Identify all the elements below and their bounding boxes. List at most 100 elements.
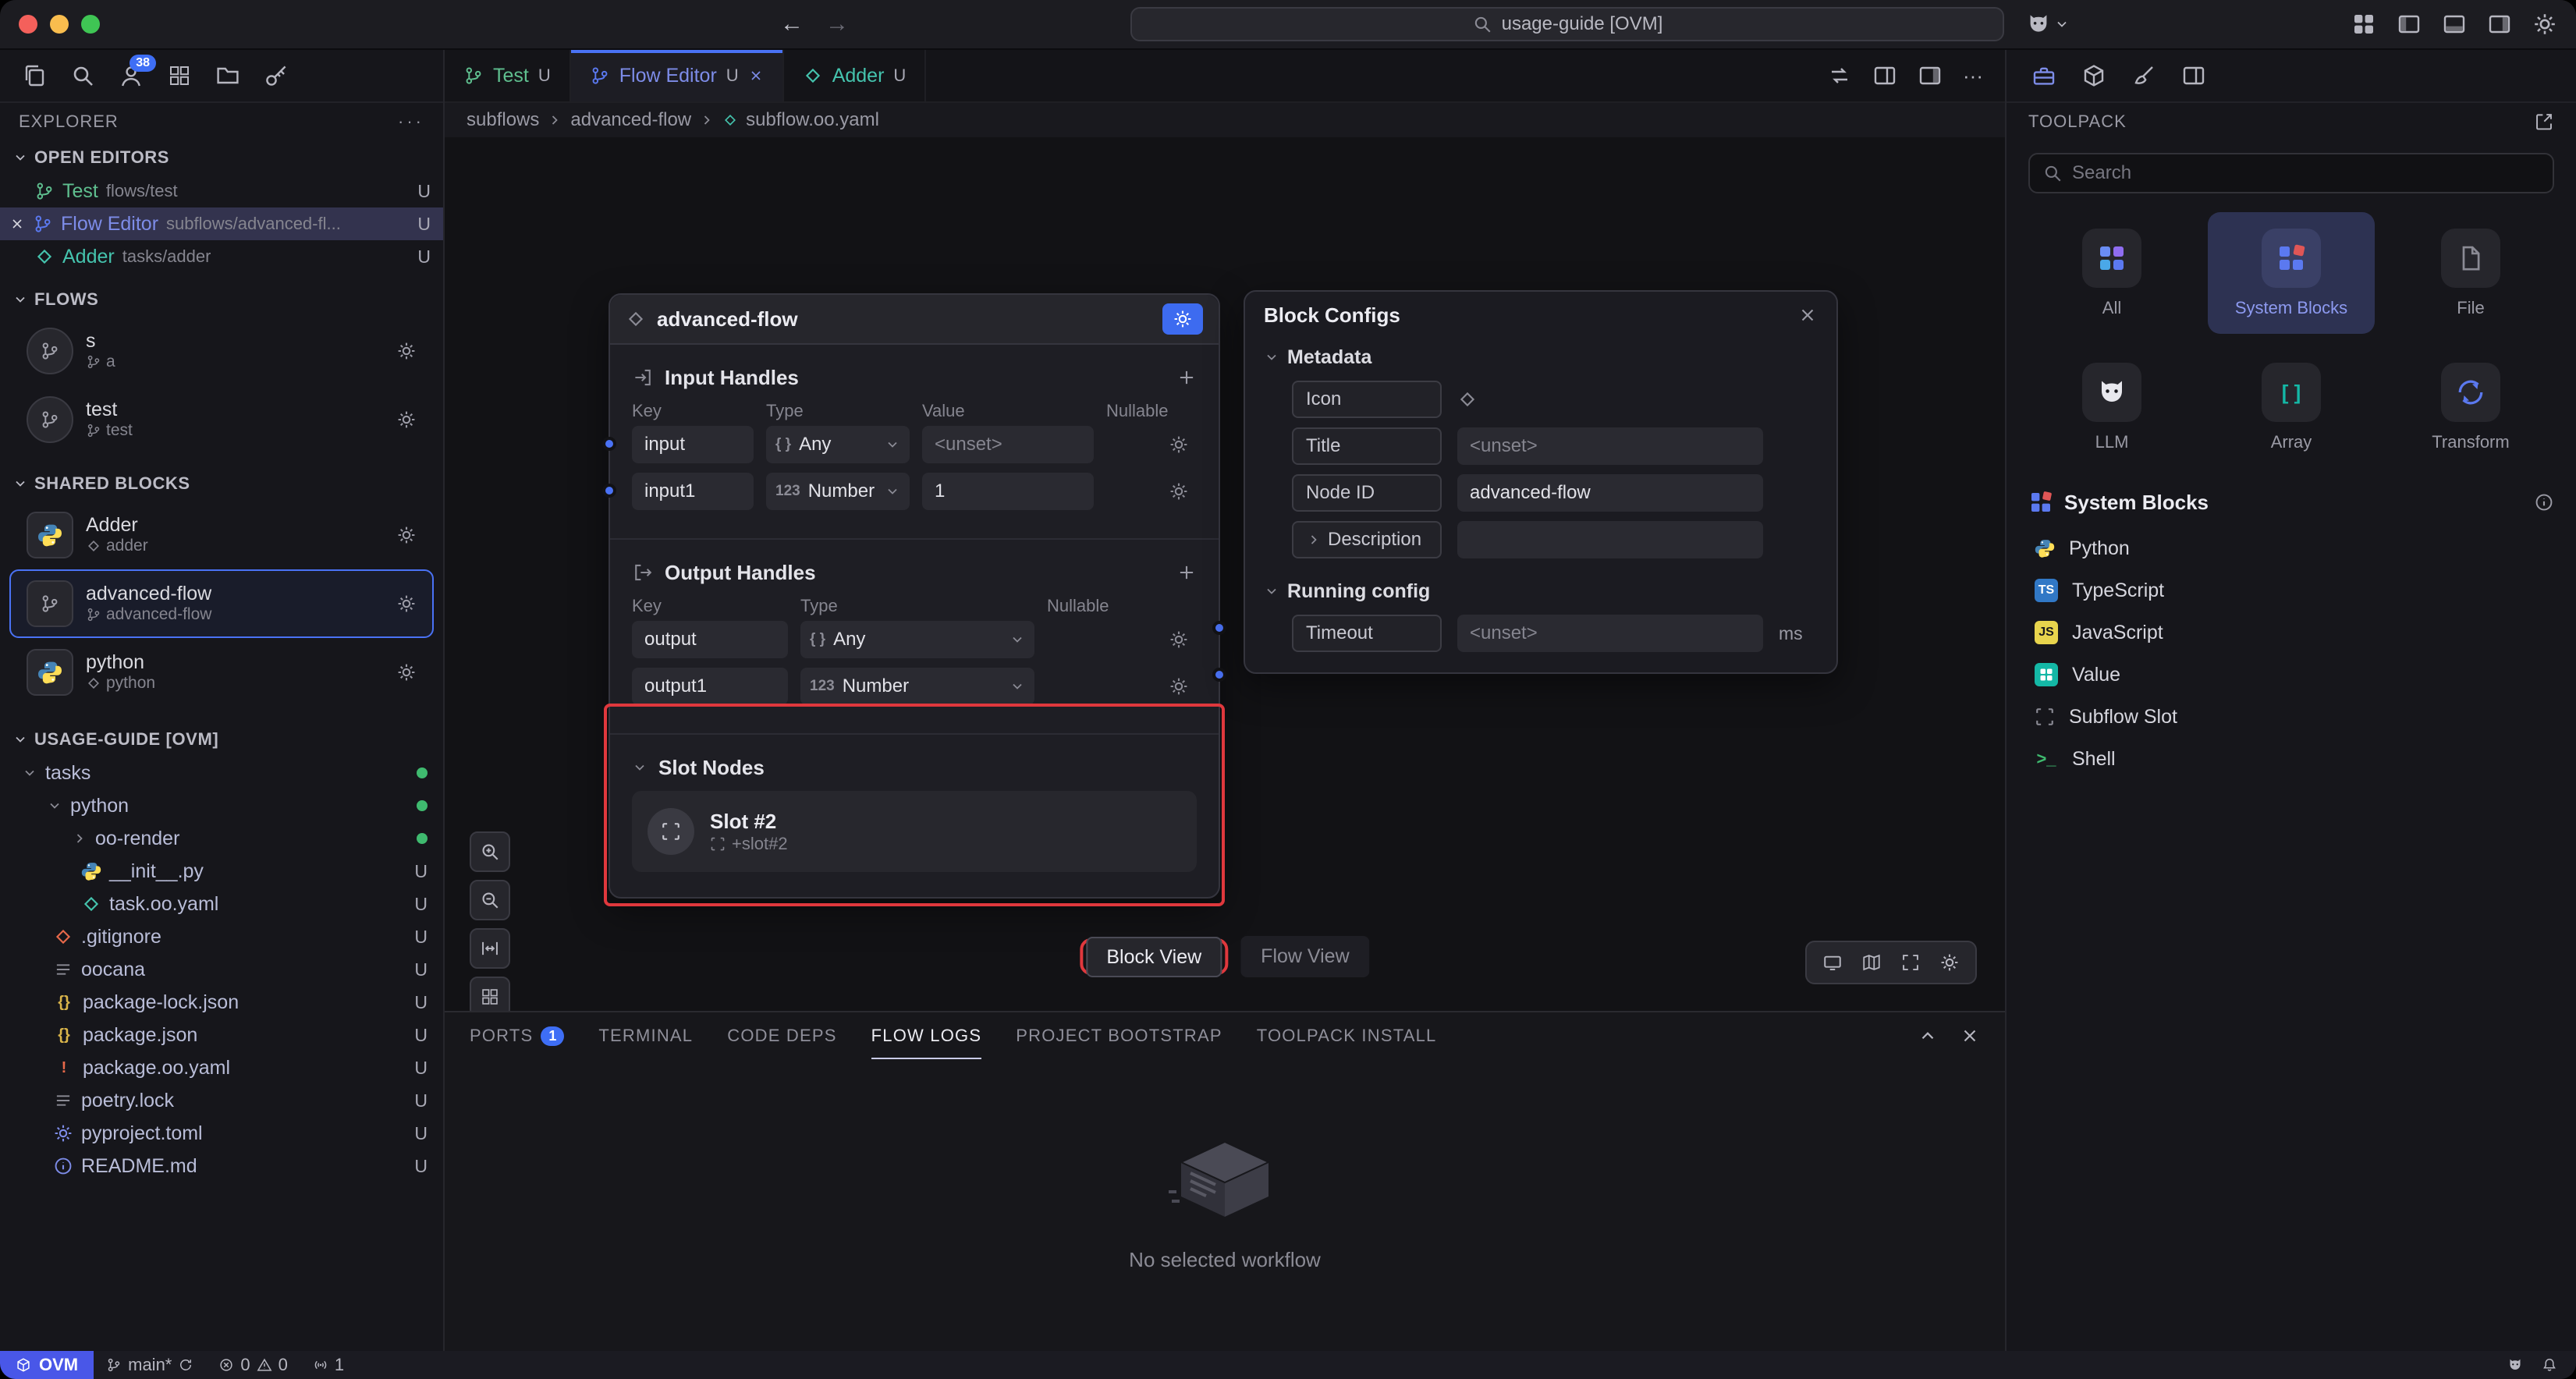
tree-file-package-oo-yaml[interactable]: ! package.oo.yamlU [0, 1051, 443, 1084]
flow-item-s[interactable]: s a [9, 317, 434, 385]
zoom-out-button[interactable] [470, 880, 510, 920]
flow-settings-icon[interactable] [396, 409, 417, 430]
overview-button[interactable] [470, 977, 510, 1011]
accounts-icon[interactable]: 38 [119, 62, 144, 88]
breadcrumb-item[interactable]: advanced-flow [570, 109, 691, 131]
block-settings-icon[interactable] [396, 662, 417, 682]
flows-header[interactable]: FLOWS [0, 282, 443, 317]
tree-file-init-py[interactable]: __init__.pyU [0, 855, 443, 888]
canvas-settings-icon[interactable] [1939, 952, 1960, 973]
flow-item-test[interactable]: test test [9, 385, 434, 454]
open-editors-header[interactable]: OPEN EDITORS [0, 140, 443, 175]
handle-settings-icon[interactable] [1169, 629, 1189, 650]
description-input[interactable] [1457, 521, 1763, 558]
toolpack-card-all[interactable]: All [2028, 212, 2195, 334]
tree-file-package-json[interactable]: {} package.jsonU [0, 1019, 443, 1051]
more-actions-button[interactable]: ··· [1963, 64, 1983, 88]
tree-folder-python[interactable]: python [0, 789, 443, 822]
node-id-input[interactable]: advanced-flow [1457, 474, 1763, 512]
handle-value-input[interactable]: 1 [922, 473, 1094, 510]
handle-settings-icon[interactable] [1169, 676, 1189, 697]
tree-folder-tasks[interactable]: tasks [0, 757, 443, 789]
close-tab-icon[interactable] [748, 68, 764, 83]
ports-status[interactable]: 1 [300, 1355, 357, 1375]
settings-gear-icon[interactable] [2532, 12, 2557, 37]
shared-block-advanced-flow[interactable]: advanced-flow advanced-flow [9, 569, 434, 638]
handle-type-select[interactable]: { } Any [800, 621, 1034, 658]
panel-tab-code-deps[interactable]: CODE DEPS [727, 1012, 836, 1059]
files-icon[interactable] [22, 63, 47, 88]
tab-flow-editor[interactable]: Flow Editor U [571, 50, 784, 101]
handle-key-input[interactable]: output [632, 621, 788, 658]
add-input-handle-button[interactable] [1176, 367, 1197, 388]
tree-file-gitignore[interactable]: .gitignoreU [0, 920, 443, 953]
config-label[interactable]: Description [1292, 521, 1442, 558]
panel-tab-toolpack-install[interactable]: TOOLPACK INSTALL [1257, 1012, 1437, 1059]
block-settings-icon[interactable] [396, 594, 417, 614]
handle-key-input[interactable]: output1 [632, 668, 788, 705]
input-handle-port[interactable] [602, 437, 616, 451]
git-branch-status[interactable]: main* [94, 1355, 206, 1375]
block-settings-icon[interactable] [396, 525, 417, 545]
block-item-subflow-slot[interactable]: Subflow Slot [2007, 696, 2576, 738]
maximize-panel-icon[interactable] [1918, 1026, 1938, 1046]
tree-folder-oo-render[interactable]: oo-render [0, 822, 443, 855]
history-back-button[interactable]: ← [780, 11, 804, 37]
toolpack-icon[interactable] [2031, 63, 2056, 88]
explorer-more-button[interactable]: ··· [398, 112, 424, 132]
command-center-search[interactable]: usage-guide [OVM] [1130, 7, 2004, 41]
open-toolpack-icon[interactable] [2534, 112, 2554, 132]
split-editor-icon[interactable] [1872, 63, 1897, 88]
toggle-sidebar-left-icon[interactable] [2397, 12, 2422, 37]
toolpack-search-input[interactable]: Search [2028, 153, 2554, 193]
toolpack-card-array[interactable]: [ ] Array [2208, 346, 2375, 468]
fullscreen-icon[interactable] [1900, 952, 1921, 973]
handle-type-select[interactable]: 123 Number [766, 473, 910, 510]
search-icon[interactable] [70, 63, 95, 88]
layout-columns-icon[interactable] [1918, 63, 1943, 88]
add-output-handle-button[interactable] [1176, 562, 1197, 583]
zoom-in-button[interactable] [470, 831, 510, 872]
problems-status[interactable]: 0 0 [206, 1355, 300, 1375]
vm-badge[interactable]: OVM [0, 1351, 94, 1379]
icon-value-preview[interactable] [1457, 389, 1478, 409]
folder-icon[interactable] [215, 63, 240, 88]
handle-settings-icon[interactable] [1169, 481, 1189, 502]
close-window-button[interactable] [19, 15, 37, 34]
block-item-python[interactable]: Python [2007, 527, 2576, 569]
toolpack-card-transform[interactable]: Transform [2387, 346, 2554, 468]
close-icon[interactable] [1797, 305, 1818, 325]
toolpack-card-system-blocks[interactable]: System Blocks [2208, 212, 2375, 334]
block-view-button[interactable]: Block View [1086, 937, 1222, 977]
node-header[interactable]: advanced-flow [610, 295, 1219, 345]
info-icon[interactable] [2534, 492, 2554, 512]
timeout-input[interactable]: <unset> [1457, 615, 1763, 652]
minimap-icon[interactable] [1861, 952, 1882, 973]
flow-view-button[interactable]: Flow View [1240, 936, 1369, 977]
fit-view-button[interactable] [470, 928, 510, 969]
tab-adder[interactable]: Adder U [784, 50, 927, 101]
toolpack-card-file[interactable]: File [2387, 212, 2554, 334]
history-forward-button[interactable]: → [825, 11, 849, 37]
shared-block-adder[interactable]: Adder adder [9, 501, 434, 569]
tree-file-readme-md[interactable]: README.mdU [0, 1150, 443, 1182]
open-editor-adder[interactable]: Adder tasks/adder U [0, 240, 443, 273]
tree-file-pyproject-toml[interactable]: pyproject.tomlU [0, 1117, 443, 1150]
panel-layout-icon[interactable] [2181, 63, 2206, 88]
chevron-down-icon[interactable] [632, 760, 648, 775]
metadata-section-header[interactable]: Metadata [1245, 339, 1836, 376]
flow-settings-icon[interactable] [396, 341, 417, 361]
running-config-section-header[interactable]: Running config [1245, 573, 1836, 610]
title-input[interactable]: <unset> [1457, 427, 1763, 465]
node-advanced-flow[interactable]: advanced-flow Input Handles Key Type Va [609, 293, 1220, 899]
bell-icon[interactable] [2542, 1357, 2557, 1373]
block-item-javascript[interactable]: JS JavaScript [2007, 612, 2576, 654]
layout-grid-icon[interactable] [2351, 12, 2376, 37]
breadcrumb-item[interactable]: subflows [467, 109, 539, 131]
mascot-cat-icon[interactable] [2507, 1357, 2523, 1373]
tree-file-oocana[interactable]: oocanaU [0, 953, 443, 986]
minimize-window-button[interactable] [50, 15, 69, 34]
key-icon[interactable] [264, 63, 289, 88]
handle-key-input[interactable]: input [632, 426, 754, 463]
open-editor-test[interactable]: Test flows/test U [0, 175, 443, 207]
